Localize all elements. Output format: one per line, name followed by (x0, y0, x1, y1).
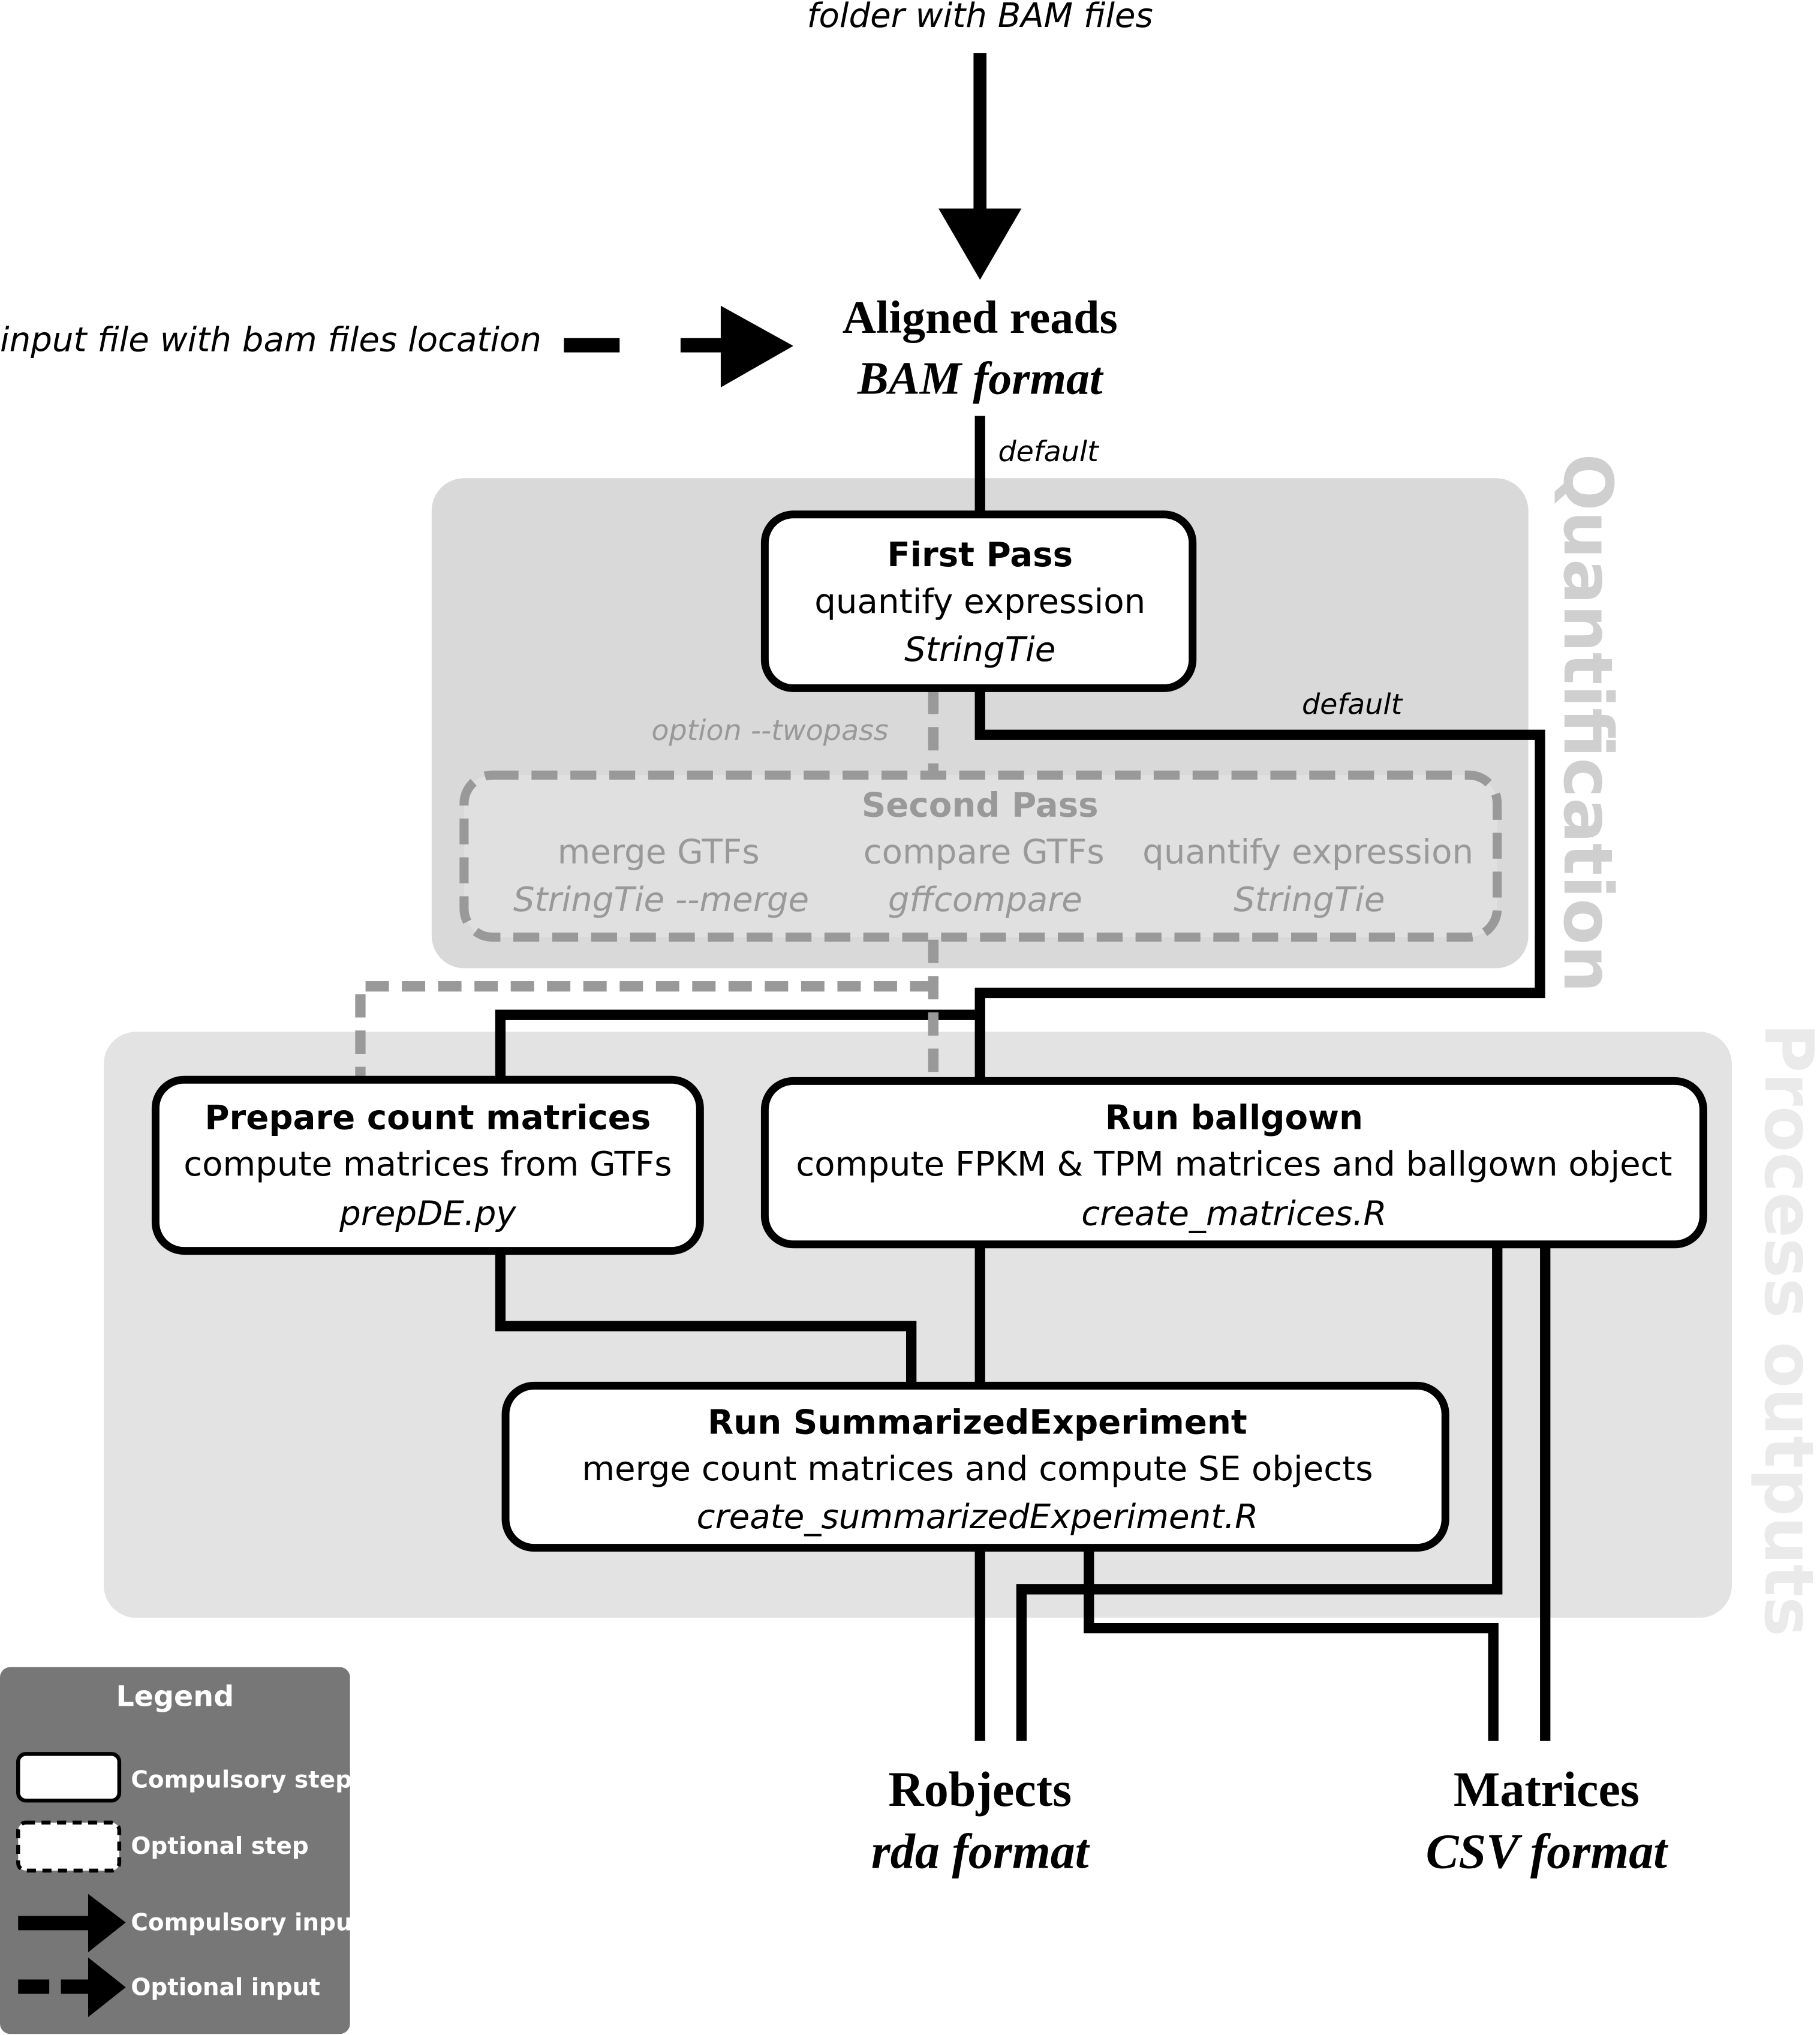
first-pass-title: First Pass (887, 536, 1073, 575)
first-pass-tool: StringTie (904, 630, 1055, 669)
legend-compulsory-step-swatch (16, 1752, 122, 1803)
second-pass-step-tool: StringTie --merge (513, 880, 809, 919)
folder-arrow-head (938, 208, 1022, 280)
edge-label-default-right: default (1302, 689, 1404, 722)
ballgown-desc: compute FPKM & TPM matrices and ballgown… (796, 1145, 1672, 1184)
first-pass-box: First Pass quantify expression StringTie (760, 510, 1197, 692)
legend-optional-step: Optional step (131, 1833, 308, 1860)
process-outputs-label: Process outputs (1749, 1023, 1820, 1637)
second-pass-step-desc: quantify expression (1142, 832, 1473, 871)
second-pass-title: Second Pass (862, 786, 1099, 825)
ballgown-title: Run ballgown (1105, 1098, 1363, 1137)
prepare-counts-box: Prepare count matrices compute matrices … (151, 1075, 704, 1255)
optional-input-arrow (564, 305, 793, 387)
legend: Legend Compulsory step Optional step Com… (0, 1667, 363, 2034)
summarized-desc: merge count matrices and compute SE obje… (582, 1450, 1373, 1489)
input-file-label: input file with bam files location (0, 320, 542, 359)
prepare-counts-title: Prepare count matrices (204, 1098, 651, 1137)
legend-optional-input: Optional input (131, 1974, 320, 2001)
first-pass-desc: quantify expression (814, 582, 1145, 621)
ballgown-tool: create_matrices.R (1081, 1194, 1386, 1233)
prepare-counts-desc: compute matrices from GTFs (183, 1145, 672, 1184)
second-pass-step-desc: merge GTFs (558, 832, 760, 871)
matrices-title: Matrices (1454, 1762, 1639, 1817)
second-pass-step-tool: gffcompare (888, 880, 1082, 919)
workflow-diagram: Quantification Process outputs folder wi… (0, 0, 1820, 2034)
edge-label-twopass: option --twopass (651, 714, 888, 747)
matrices-format: CSV format (1426, 1824, 1669, 1879)
legend-compulsory-input: Compulsory input (131, 1909, 363, 1936)
prepare-counts-tool: prepDE.py (339, 1194, 516, 1233)
legend-compulsory-step: Compulsory step (131, 1767, 352, 1794)
folder-input-label: folder with BAM files (807, 0, 1153, 35)
summarized-tool: create_summarizedExperiment.R (697, 1498, 1258, 1537)
ballgown-box: Run ballgown compute FPKM & TPM matrices… (760, 1077, 1707, 1249)
second-pass-step-desc: compare GTFs (864, 832, 1105, 871)
edge-label-default-top: default (998, 435, 1100, 468)
summarized-experiment-box: Run SummarizedExperiment merge count mat… (501, 1381, 1449, 1552)
second-pass-box: Second Pass merge GTFs StringTie --merge… (459, 770, 1502, 942)
legend-optional-step-swatch (16, 1820, 122, 1873)
aligned-reads-format: BAM format (857, 353, 1104, 404)
summarized-title: Run SummarizedExperiment (708, 1403, 1247, 1442)
aligned-reads-title: Aligned reads (843, 291, 1118, 343)
legend-title: Legend (116, 1680, 234, 1713)
robjects-title: Robjects (888, 1762, 1072, 1817)
robjects-format: rda format (871, 1824, 1090, 1879)
quantification-label: Quantification (1548, 453, 1627, 993)
second-pass-step-tool: StringTie (1234, 880, 1385, 919)
